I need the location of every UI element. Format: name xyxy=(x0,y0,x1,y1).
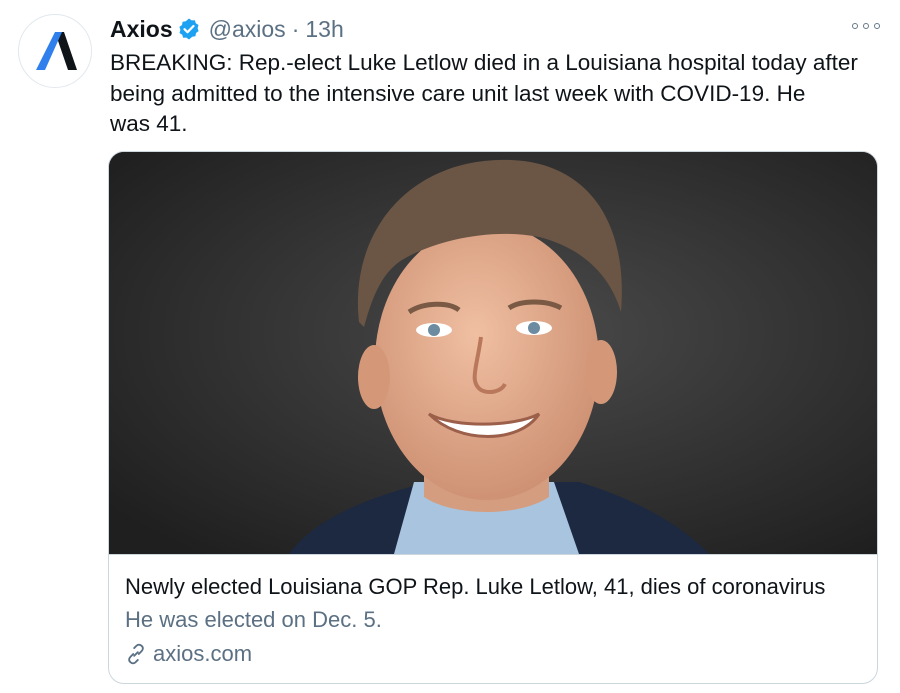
card-image xyxy=(109,152,877,554)
axios-logo-icon xyxy=(36,32,77,70)
card-description: He was elected on Dec. 5. xyxy=(125,607,382,632)
card-domain[interactable]: axios.com xyxy=(125,641,252,667)
card-body[interactable]: Newly elected Louisiana GOP Rep. Luke Le… xyxy=(109,554,877,683)
avatar[interactable] xyxy=(18,14,92,88)
account-name[interactable]: Axios xyxy=(110,16,173,43)
tweet-text: BREAKING: Rep.-elect Luke Letlow died in… xyxy=(110,50,858,136)
tweet-header: Axios @axios · 13h xyxy=(110,14,344,44)
card-domain-text[interactable]: axios.com xyxy=(153,641,252,667)
more-dot xyxy=(852,23,858,29)
more-dot xyxy=(863,23,869,29)
tweet-timestamp[interactable]: 13h xyxy=(305,16,343,43)
more-options-icon[interactable] xyxy=(852,18,880,34)
link-icon xyxy=(128,643,144,665)
account-handle[interactable]: @axios xyxy=(209,16,286,43)
verified-badge-icon xyxy=(179,18,199,40)
card-title[interactable]: Newly elected Louisiana GOP Rep. Luke Le… xyxy=(125,574,825,600)
portrait-photo xyxy=(109,152,877,554)
link-card[interactable]: Newly elected Louisiana GOP Rep. Luke Le… xyxy=(108,151,878,684)
more-dot xyxy=(874,23,880,29)
separator-dot: · xyxy=(291,15,300,42)
